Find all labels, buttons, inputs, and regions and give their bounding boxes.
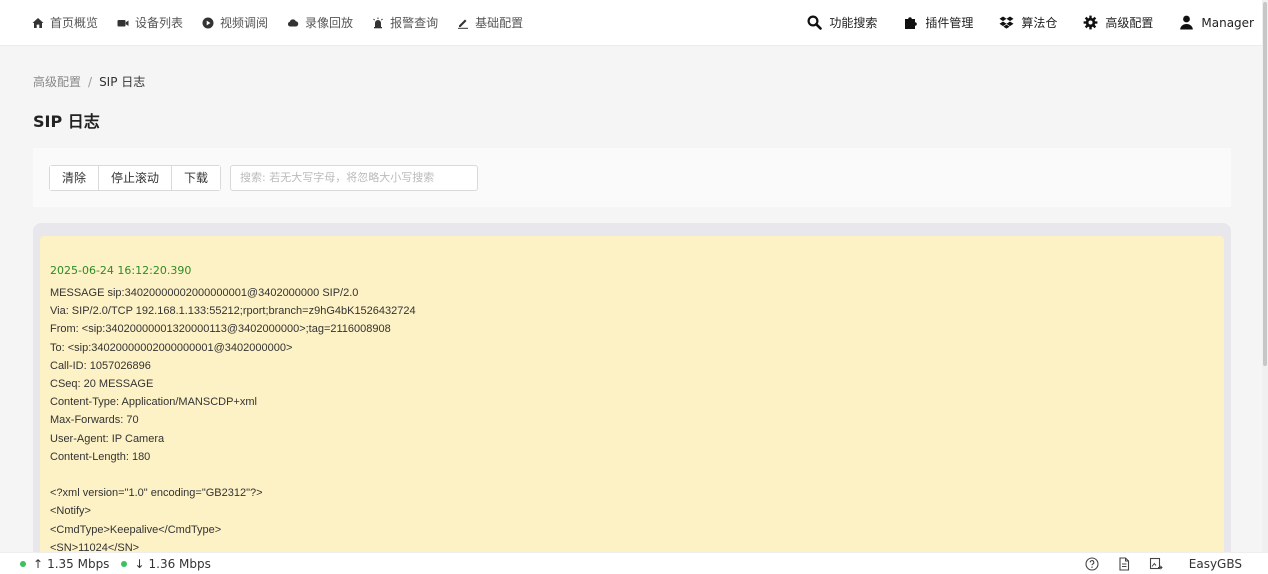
nav-right: 功能搜索 插件管理 算法仓 高级配置 Manager [807, 0, 1268, 46]
log-line: Content-Length: 180 [50, 450, 151, 463]
gear-icon [1083, 15, 1098, 30]
page-title: SIP 日志 [33, 112, 100, 131]
download-stat: ↓ 1.36 Mbps [121, 556, 211, 571]
alarm-icon [372, 17, 384, 29]
nav-right-label: Manager [1201, 15, 1254, 30]
log-timestamp: 2025-06-24 16:12:20.390 [50, 264, 192, 277]
log-line: MESSAGE sip:34020000002000000001@3402000… [50, 287, 359, 299]
image-export-icon[interactable] [1149, 557, 1163, 571]
action-button-group: 清除 停止滚动 下载 [49, 164, 222, 191]
log-line: <Notify> [50, 505, 91, 518]
log-line: Max-Forwards: 70 [50, 414, 139, 427]
status-dot [121, 560, 128, 567]
log-line: <?xml version="1.0" encoding="GB2312"?> [50, 487, 263, 500]
nav-item-label: 视频调阅 [220, 16, 269, 30]
nav-item-label: 报警查询 [390, 16, 439, 30]
nav-left: 首页概览 设备列表 视频调阅 录像回放 报警查询 基础配置 [0, 0, 542, 46]
log-line: Via: SIP/2.0/TCP 192.168.1.133:55212;rpo… [50, 305, 416, 318]
log-content[interactable]: 2025-06-24 16:12:20.390 MESSAGE sip:3402… [40, 236, 1224, 563]
user-icon [1179, 15, 1194, 30]
log-panel: 2025-06-24 16:12:20.390 MESSAGE sip:3402… [33, 223, 1231, 563]
breadcrumb-separator: / [88, 74, 93, 89]
clear-button[interactable]: 清除 [50, 165, 99, 190]
nav-item-devices[interactable]: 设备列表 [117, 0, 183, 46]
page-scrollbar-thumb[interactable] [1263, 2, 1267, 366]
help-icon[interactable] [1085, 556, 1099, 571]
log-line: From: <sip:34020000001320000113@34020000… [50, 323, 391, 336]
log-line: Content-Type: Application/MANSCDP+xml [50, 396, 257, 409]
nav-item-playback[interactable]: 录像回放 [287, 0, 353, 46]
nav-item-basic-config[interactable]: 基础配置 [457, 0, 523, 46]
log-line: <CmdType>Keepalive</CmdType> [50, 523, 222, 536]
search-icon [807, 15, 823, 30]
log-line: Call-ID: 1057026896 [50, 359, 151, 372]
nav-item-video[interactable]: 视频调阅 [202, 0, 268, 46]
download-rate: 1.36 Mbps [148, 556, 211, 571]
nav-right-label: 功能搜索 [829, 16, 878, 30]
play-circle-icon [202, 17, 214, 29]
nav-item-alarms[interactable]: 报警查询 [372, 0, 438, 46]
log-search-input[interactable] [230, 164, 479, 191]
nav-right-label: 高级配置 [1105, 16, 1154, 30]
download-button[interactable]: 下载 [171, 165, 221, 190]
brand-label: EasyGBS [1188, 556, 1242, 571]
log-line: To: <sip:34020000002000000001@3402000000… [50, 341, 293, 354]
nav-plugin-manage[interactable]: 插件管理 [903, 0, 973, 46]
nav-item-label: 基础配置 [475, 16, 524, 30]
document-icon[interactable] [1117, 556, 1131, 571]
dropbox-icon [999, 15, 1014, 30]
nav-item-label: 设备列表 [135, 16, 184, 30]
down-arrow-icon: ↓ [134, 556, 145, 571]
status-right: EasyGBS [1085, 557, 1268, 571]
log-line: CSeq: 20 MESSAGE [50, 378, 154, 391]
nav-algorithm-store[interactable]: 算法仓 [999, 0, 1057, 46]
top-nav: 首页概览 设备列表 视频调阅 录像回放 报警查询 基础配置 功能搜索 插件管理 … [0, 0, 1268, 46]
nav-right-label: 算法仓 [1021, 16, 1058, 30]
up-arrow-icon: ↑ [33, 556, 44, 571]
log-blank-line [50, 466, 1214, 484]
breadcrumb-current: SIP 日志 [99, 75, 146, 89]
nav-user-menu[interactable]: Manager [1179, 0, 1254, 46]
breadcrumb-parent[interactable]: 高级配置 [33, 73, 81, 90]
log-toolbar: 清除 停止滚动 下载 [33, 148, 1231, 207]
nav-advanced-config[interactable]: 高级配置 [1083, 0, 1153, 46]
breadcrumb: 高级配置 / SIP 日志 [33, 73, 145, 90]
nav-item-label: 首页概览 [50, 16, 99, 30]
home-icon [32, 17, 44, 29]
cloud-icon [287, 17, 299, 29]
upload-rate: 1.35 Mbps [47, 556, 110, 571]
nav-item-label: 录像回放 [305, 16, 354, 30]
camera-icon [117, 17, 129, 29]
network-stats: ↑ 1.35 Mbps ↓ 1.36 Mbps [0, 557, 223, 571]
log-lines: MESSAGE sip:34020000002000000001@3402000… [50, 284, 1214, 557]
puzzle-icon [903, 15, 918, 30]
status-dot [20, 560, 26, 567]
status-bar: ↑ 1.35 Mbps ↓ 1.36 Mbps EasyGBS [0, 552, 1268, 574]
edit-icon [457, 17, 469, 29]
upload-stat: ↑ 1.35 Mbps [20, 557, 109, 571]
nav-item-home[interactable]: 首页概览 [32, 0, 98, 46]
nav-right-label: 插件管理 [925, 16, 974, 30]
stop-scroll-button[interactable]: 停止滚动 [98, 165, 172, 190]
nav-feature-search[interactable]: 功能搜索 [807, 0, 877, 46]
log-line: User-Agent: IP Camera [50, 432, 165, 445]
